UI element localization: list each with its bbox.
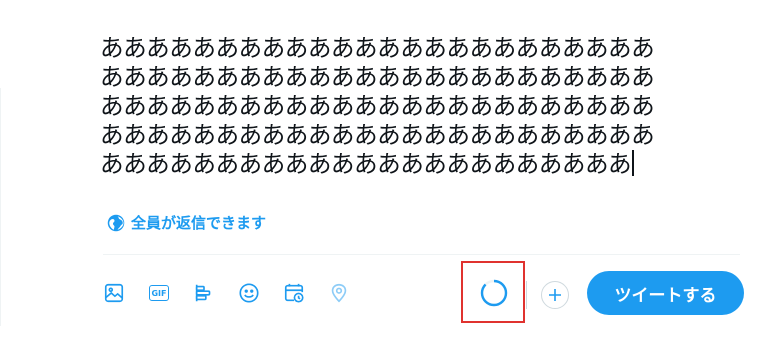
tweet-composer[interactable]: ああああああああああああああああああああああああ ああああああああああああああああ… bbox=[100, 34, 750, 179]
text-line: ああああああああああああああああああああああああ bbox=[100, 121, 655, 149]
gif-button[interactable]: GIF bbox=[148, 282, 170, 304]
image-icon bbox=[104, 283, 124, 303]
text-line: ああああああああああああああああああああああああ bbox=[100, 92, 655, 120]
location-icon bbox=[331, 283, 347, 303]
add-tweet-button[interactable] bbox=[541, 281, 569, 309]
globe-icon bbox=[107, 214, 125, 231]
location-button[interactable] bbox=[328, 282, 350, 304]
tweet-button[interactable]: ツイートする bbox=[587, 271, 744, 315]
schedule-icon bbox=[284, 283, 304, 303]
compose-toolbar: GIF bbox=[103, 275, 373, 311]
schedule-button[interactable] bbox=[283, 282, 305, 304]
text-cursor bbox=[632, 150, 635, 176]
toolbar-separator bbox=[526, 281, 527, 309]
reply-setting-label: 全員が返信できます bbox=[131, 214, 267, 232]
text-line: ああああああああああああああああああああああああ bbox=[100, 63, 655, 91]
text-line-content: あああああああああああああああああああああああ bbox=[100, 150, 632, 178]
text-line: ああああああああああああああああああああああああ bbox=[100, 34, 655, 62]
emoji-icon bbox=[239, 283, 259, 303]
character-count-progress bbox=[480, 279, 508, 307]
emoji-button[interactable] bbox=[238, 282, 260, 304]
media-button[interactable] bbox=[103, 282, 125, 304]
poll-button[interactable] bbox=[193, 282, 215, 304]
column-border bbox=[0, 88, 1, 326]
text-line-last: あああああああああああああああああああああああ bbox=[100, 150, 750, 179]
reply-setting-button[interactable]: 全員が返信できます bbox=[107, 212, 266, 233]
plus-icon bbox=[549, 289, 561, 301]
poll-icon bbox=[195, 284, 211, 302]
tweet-text-area[interactable]: ああああああああああああああああああああああああ ああああああああああああああああ… bbox=[100, 34, 750, 179]
toolbar-divider bbox=[103, 254, 740, 255]
gif-icon: GIF bbox=[149, 285, 169, 301]
